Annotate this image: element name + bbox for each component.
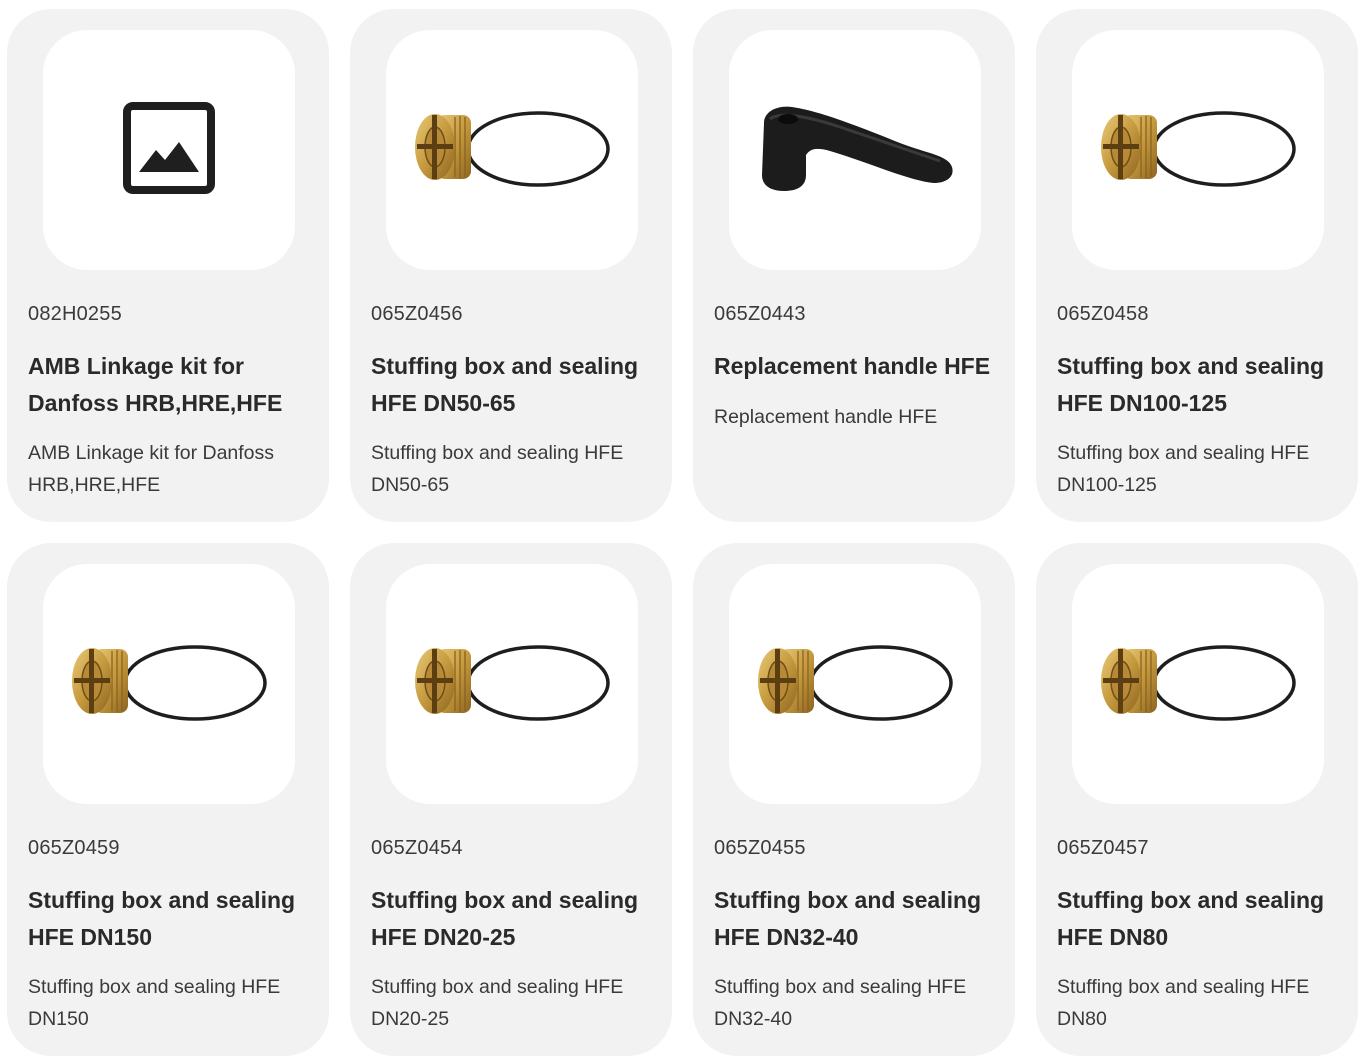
stuffing-box-icon	[407, 93, 617, 208]
product-image[interactable]	[1072, 564, 1324, 804]
product-title[interactable]: Stuffing box and sealing HFE DN50-65	[371, 348, 661, 422]
product-title[interactable]: Stuffing box and sealing HFE DN80	[1057, 882, 1347, 956]
product-image[interactable]	[729, 564, 981, 804]
product-code: 065Z0443	[714, 303, 806, 325]
stuffing-box-icon	[407, 627, 617, 742]
product-description: Replacement handle HFE	[714, 406, 938, 428]
product-code: 065Z0456	[371, 303, 463, 325]
product-code: 065Z0454	[371, 837, 463, 859]
product-card[interactable]: 082H0255 AMB Linkage kit for Danfoss HRB…	[7, 9, 329, 522]
product-code: 082H0255	[28, 303, 122, 325]
stuffing-box-icon	[750, 627, 960, 742]
product-image[interactable]	[386, 30, 638, 270]
stuffing-box-icon	[64, 627, 274, 742]
product-title[interactable]: Replacement handle HFE	[714, 348, 1004, 385]
product-code: 065Z0457	[1057, 837, 1149, 859]
product-card[interactable]: 065Z0457 Stuffing box and sealing HFE DN…	[1036, 543, 1358, 1056]
product-description: Stuffing box and sealing HFE DN150	[28, 976, 281, 1030]
product-image[interactable]	[1072, 30, 1324, 270]
product-description: Stuffing box and sealing HFE DN20-25	[371, 976, 624, 1030]
product-title[interactable]: Stuffing box and sealing HFE DN100-125	[1057, 348, 1347, 422]
product-title[interactable]: AMB Linkage kit for Danfoss HRB,HRE,HFE	[28, 348, 318, 422]
product-card[interactable]: 065Z0455 Stuffing box and sealing HFE DN…	[693, 543, 1015, 1056]
product-title[interactable]: Stuffing box and sealing HFE DN32-40	[714, 882, 1004, 956]
image-placeholder-icon	[123, 101, 215, 199]
stuffing-box-icon	[1093, 93, 1303, 208]
product-image[interactable]	[43, 30, 295, 270]
product-description: AMB Linkage kit for Danfoss HRB,HRE,HFE	[28, 442, 275, 496]
product-image[interactable]	[386, 564, 638, 804]
product-card[interactable]: 065Z0456 Stuffing box and sealing HFE DN…	[350, 9, 672, 522]
product-code: 065Z0458	[1057, 303, 1149, 325]
product-image[interactable]	[43, 564, 295, 804]
product-card[interactable]: 065Z0459 Stuffing box and sealing HFE DN…	[7, 543, 329, 1056]
product-title[interactable]: Stuffing box and sealing HFE DN20-25	[371, 882, 661, 956]
product-card[interactable]: 065Z0454 Stuffing box and sealing HFE DN…	[350, 543, 672, 1056]
product-description: Stuffing box and sealing HFE DN100-125	[1057, 442, 1310, 496]
product-code: 065Z0459	[28, 837, 120, 859]
product-card[interactable]: 065Z0458 Stuffing box and sealing HFE DN…	[1036, 9, 1358, 522]
handle-icon	[750, 103, 960, 198]
product-card[interactable]: 065Z0443 Replacement handle HFE Replacem…	[693, 9, 1015, 522]
stuffing-box-icon	[1093, 627, 1303, 742]
product-description: Stuffing box and sealing HFE DN32-40	[714, 976, 967, 1030]
product-image[interactable]	[729, 30, 981, 270]
product-description: Stuffing box and sealing HFE DN80	[1057, 976, 1310, 1030]
product-code: 065Z0455	[714, 837, 806, 859]
product-title[interactable]: Stuffing box and sealing HFE DN150	[28, 882, 318, 956]
product-grid: 082H0255 AMB Linkage kit for Danfoss HRB…	[7, 9, 1358, 1056]
product-description: Stuffing box and sealing HFE DN50-65	[371, 442, 624, 496]
